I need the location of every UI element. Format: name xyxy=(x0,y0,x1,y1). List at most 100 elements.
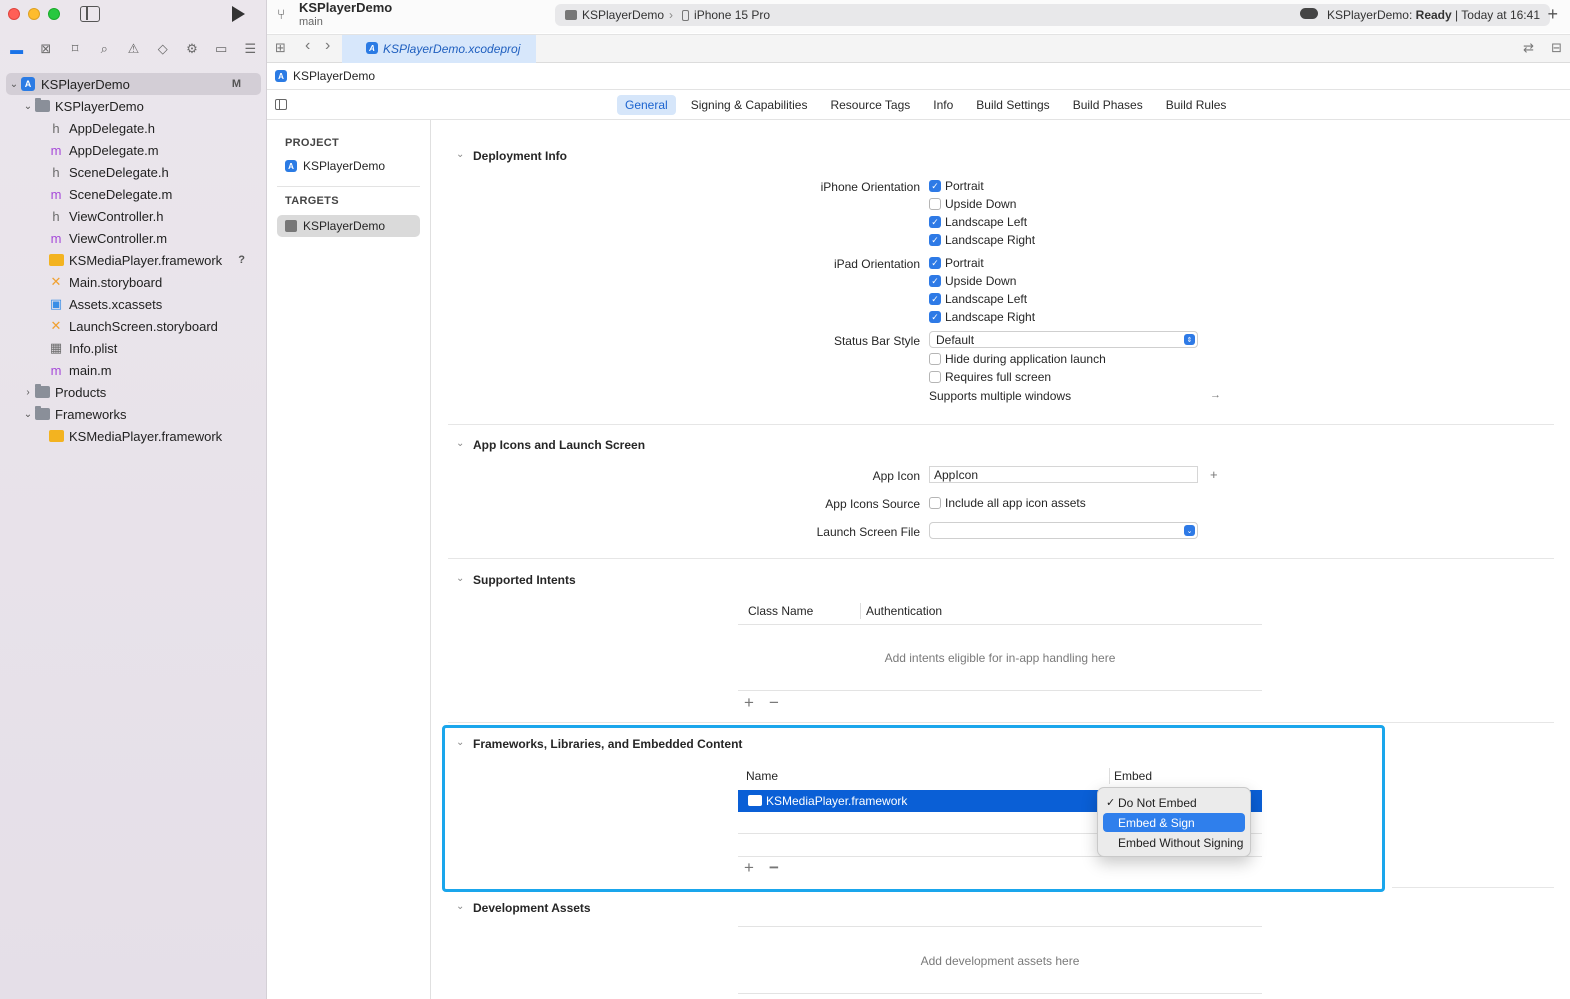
ipad-landscape-left-checkbox[interactable]: ✓ Landscape Left xyxy=(929,290,1027,308)
ipad-portrait-checkbox[interactable]: ✓ Portrait xyxy=(929,254,984,272)
run-destination[interactable]: iPhone 15 Pro xyxy=(694,8,770,22)
include-all-icons-checkbox[interactable]: Include all app icon assets xyxy=(929,494,1086,512)
tab-build-settings[interactable]: Build Settings xyxy=(968,95,1057,115)
checkmark-icon: ✓ xyxy=(929,234,941,246)
debug-navigator-icon[interactable]: ⚙ xyxy=(181,39,203,59)
tab-info[interactable]: Info xyxy=(925,95,961,115)
breadcrumb-item[interactable]: KSPlayerDemo xyxy=(293,69,375,83)
tree-item-file[interactable]: ▣ Assets.xcassets xyxy=(0,293,267,315)
chevron-down-icon[interactable]: ⌄ xyxy=(456,901,464,912)
launch-screen-select[interactable]: ⌄ xyxy=(929,522,1198,539)
cloud-icon[interactable] xyxy=(1300,8,1318,19)
ipad-landscape-right-checkbox[interactable]: ✓ Landscape Right xyxy=(929,308,1035,326)
chevron-right-icon[interactable]: › xyxy=(22,387,34,398)
add-icon[interactable]: + xyxy=(744,693,754,713)
find-navigator-icon[interactable]: ⌕ xyxy=(93,39,115,59)
chevron-down-icon[interactable]: ⌄ xyxy=(8,79,20,90)
project-item[interactable]: A KSPlayerDemo xyxy=(267,155,430,177)
split-editor-icon[interactable]: ⊟ xyxy=(1551,40,1562,56)
minimize-window-button[interactable] xyxy=(28,8,40,20)
app-icon-field[interactable]: AppIcon xyxy=(929,466,1198,483)
tree-item-file[interactable]: KSMediaPlayer.framework ? xyxy=(0,249,267,271)
status-bar-style-select[interactable]: Default ⇕ xyxy=(929,331,1198,348)
checkbox-box xyxy=(929,497,941,509)
tree-item-file[interactable]: h ViewController.h xyxy=(0,205,267,227)
multiple-windows-row[interactable]: Supports multiple windows xyxy=(929,387,1071,405)
navigator-sidebar: ▬ ⊠ ⌑ ⌕ ⚠ ◇ ⚙ ▭ ☰ ⌄ A KSPlayerDemo M ⌄ K… xyxy=(0,0,267,999)
tab-build-phases[interactable]: Build Phases xyxy=(1065,95,1151,115)
menu-item-embed-without-signing[interactable]: Embed Without Signing xyxy=(1103,833,1245,852)
authentication-column[interactable]: Authentication xyxy=(866,601,942,621)
name-column[interactable]: Name xyxy=(746,766,778,786)
report-navigator-icon[interactable]: ☰ xyxy=(239,39,261,59)
grid-icon[interactable]: ⊞ xyxy=(275,40,286,56)
embed-column[interactable]: Embed xyxy=(1114,766,1152,786)
tree-item-project[interactable]: ⌄ A KSPlayerDemo M xyxy=(6,73,261,95)
tab-resource-tags[interactable]: Resource Tags xyxy=(822,95,918,115)
menu-item-embed-sign[interactable]: Embed & Sign xyxy=(1103,813,1245,832)
chevron-down-icon[interactable]: ⌄ xyxy=(456,737,464,748)
remove-icon[interactable]: − xyxy=(769,858,779,878)
toolbar-branch-name[interactable]: main xyxy=(299,16,323,28)
add-icon[interactable]: + xyxy=(1210,467,1218,482)
full-screen-checkbox[interactable]: Requires full screen xyxy=(929,368,1051,386)
issue-navigator-icon[interactable]: ⚠ xyxy=(122,39,144,59)
tab-build-rules[interactable]: Build Rules xyxy=(1158,95,1235,115)
swap-icon[interactable]: ⇄ xyxy=(1523,40,1534,56)
iphone-upside-down-checkbox[interactable]: Upside Down xyxy=(929,195,1016,213)
scheme-selector[interactable]: KSPlayerDemo › iPhone 15 Pro xyxy=(565,8,770,22)
divider xyxy=(738,690,1262,691)
breakpoint-navigator-icon[interactable]: ▭ xyxy=(210,39,232,59)
add-icon[interactable]: + xyxy=(744,858,754,878)
chevron-down-icon[interactable]: ⌄ xyxy=(22,409,34,420)
panel-toggle-icon[interactable] xyxy=(275,99,287,110)
tree-item-group[interactable]: › Products xyxy=(0,381,267,403)
tree-item-group[interactable]: ⌄ Frameworks xyxy=(0,403,267,425)
arrow-right-icon[interactable]: → xyxy=(1210,389,1221,401)
tree-item-file[interactable]: KSMediaPlayer.framework xyxy=(0,425,267,447)
tree-item-file[interactable]: m SceneDelegate.m xyxy=(0,183,267,205)
forward-arrow-icon[interactable]: › xyxy=(325,37,330,55)
test-navigator-icon[interactable]: ◇ xyxy=(152,39,174,59)
hide-launch-checkbox[interactable]: Hide during application launch xyxy=(929,350,1106,368)
tree-item-file[interactable]: h SceneDelegate.h xyxy=(0,161,267,183)
checkmark-icon: ✓ xyxy=(929,180,941,192)
untracked-badge: ? xyxy=(238,254,245,266)
project-icon: A xyxy=(285,160,297,172)
tree-item-file[interactable]: m ViewController.m xyxy=(0,227,267,249)
tree-item-file[interactable]: m AppDelegate.m xyxy=(0,139,267,161)
tab-signing[interactable]: Signing & Capabilities xyxy=(683,95,816,115)
sidebar-toggle-icon[interactable] xyxy=(80,6,100,22)
zoom-window-button[interactable] xyxy=(48,8,60,20)
iphone-portrait-checkbox[interactable]: ✓ Portrait xyxy=(929,177,984,195)
add-icon[interactable]: + xyxy=(1547,4,1558,25)
tree-item-file[interactable]: m main.m xyxy=(0,359,267,381)
project-icon: A xyxy=(366,42,378,54)
toolbar-project-name[interactable]: KSPlayerDemo xyxy=(299,0,392,15)
iphone-landscape-left-checkbox[interactable]: ✓ Landscape Left xyxy=(929,213,1027,231)
back-arrow-icon[interactable]: ‹ xyxy=(305,37,310,55)
ipad-upside-down-checkbox[interactable]: ✓ Upside Down xyxy=(929,272,1016,290)
tree-item-file[interactable]: ▦ Info.plist xyxy=(0,337,267,359)
run-icon[interactable] xyxy=(232,6,245,22)
menu-item-do-not-embed[interactable]: ✓ Do Not Embed xyxy=(1103,793,1245,812)
source-control-navigator-icon[interactable]: ⊠ xyxy=(35,39,57,59)
divider xyxy=(448,558,1554,559)
close-window-button[interactable] xyxy=(8,8,20,20)
tree-item-file[interactable]: ✕ Main.storyboard xyxy=(0,271,267,293)
tree-item-file[interactable]: ✕ LaunchScreen.storyboard xyxy=(0,315,267,337)
bookmark-navigator-icon[interactable]: ⌑ xyxy=(64,39,86,59)
tab-general[interactable]: General xyxy=(617,95,676,115)
chevron-down-icon[interactable]: ⌄ xyxy=(456,573,464,584)
tree-item-group[interactable]: ⌄ KSPlayerDemo xyxy=(0,95,267,117)
tree-item-file[interactable]: h AppDelegate.h xyxy=(0,117,267,139)
iphone-landscape-right-checkbox[interactable]: ✓ Landscape Right xyxy=(929,231,1035,249)
target-item[interactable]: KSPlayerDemo xyxy=(277,215,420,237)
chevron-down-icon[interactable]: ⌄ xyxy=(456,149,464,160)
chevron-down-icon[interactable]: ⌄ xyxy=(22,101,34,112)
remove-icon[interactable]: − xyxy=(769,693,779,713)
class-name-column[interactable]: Class Name xyxy=(748,601,813,621)
chevron-down-icon[interactable]: ⌄ xyxy=(456,438,464,449)
tab-xcodeproj[interactable]: A KSPlayerDemo.xcodeproj xyxy=(342,35,536,63)
project-navigator-icon[interactable]: ▬ xyxy=(6,39,28,59)
